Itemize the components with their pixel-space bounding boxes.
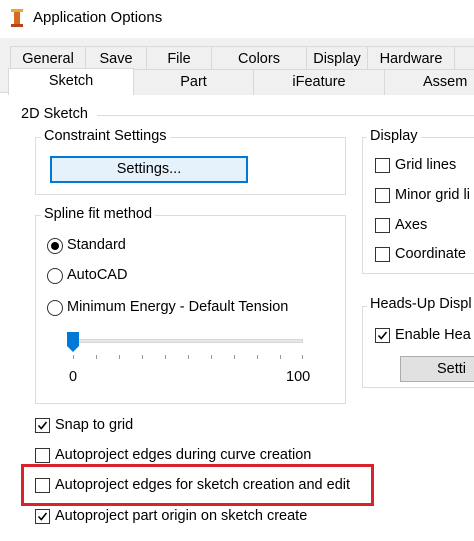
slider-tick (165, 355, 166, 359)
enable-heads-up-label: Enable Hea (395, 327, 471, 343)
slider-tick (188, 355, 189, 359)
highlight-annotation-box (21, 464, 374, 506)
display-group-title: Display (367, 128, 421, 144)
checkmark-icon (377, 331, 388, 340)
slider-tick (234, 355, 235, 359)
slider-tick (142, 355, 143, 359)
coordinate-checkbox[interactable] (375, 247, 390, 262)
snap-to-grid-checkbox[interactable] (35, 418, 50, 433)
minor-grid-lines-checkbox[interactable] (375, 188, 390, 203)
enable-heads-up-checkbox[interactable] (375, 328, 390, 343)
checkmark-icon (37, 512, 48, 521)
snap-to-grid-label: Snap to grid (55, 417, 134, 433)
slider-tick (211, 355, 212, 359)
slider-tick (119, 355, 120, 359)
app-logo-icon (10, 9, 24, 27)
autoproject-part-origin-label: Autoproject part origin on sketch create (55, 508, 308, 524)
axes-checkbox[interactable] (375, 218, 390, 233)
radio-standard[interactable] (47, 238, 63, 254)
window-title: Application Options (33, 9, 163, 26)
coordinate-label: Coordinate (395, 246, 466, 262)
tension-slider-thumb[interactable] (66, 331, 80, 353)
section-title-2d-sketch: 2D Sketch (21, 106, 88, 122)
slider-max-label: 100 (286, 369, 311, 385)
heads-up-settings-button[interactable]: Setti (400, 356, 474, 382)
title-bar: Application Options (0, 0, 474, 38)
radio-selected-dot (51, 242, 59, 250)
autoproject-part-origin-checkbox[interactable] (35, 509, 50, 524)
tab-assembly[interactable]: Assem (384, 69, 474, 95)
constraint-settings-title: Constraint Settings (41, 128, 170, 144)
slider-tick (96, 355, 97, 359)
grid-lines-checkbox[interactable] (375, 158, 390, 173)
autoproject-curve-creation-label: Autoproject edges during curve creation (55, 447, 312, 463)
axes-label: Axes (395, 217, 428, 233)
slider-min-label: 0 (69, 369, 78, 385)
radio-minimum-energy-label: Minimum Energy - Default Tension (67, 299, 289, 315)
checkmark-icon (37, 421, 48, 430)
section-divider (97, 115, 474, 116)
heads-up-display-title: Heads-Up Displ (367, 296, 474, 312)
slider-tick (302, 355, 303, 359)
autoproject-curve-creation-checkbox[interactable] (35, 448, 50, 463)
slider-tick (73, 355, 74, 359)
radio-autocad[interactable] (47, 268, 63, 284)
tab-sketch[interactable]: Sketch (8, 68, 134, 95)
slider-tick (280, 355, 281, 359)
minor-grid-lines-label: Minor grid li (395, 187, 470, 203)
slider-tick (257, 355, 258, 359)
tab-part[interactable]: Part (133, 69, 254, 95)
constraint-settings-button[interactable]: Settings... (50, 156, 248, 183)
spline-fit-title: Spline fit method (41, 206, 156, 222)
radio-autocad-label: AutoCAD (67, 267, 128, 283)
radio-standard-label: Standard (67, 237, 126, 253)
grid-lines-label: Grid lines (395, 157, 457, 173)
tension-slider-track[interactable] (67, 339, 303, 343)
radio-minimum-energy[interactable] (47, 300, 63, 316)
tab-ifeature[interactable]: iFeature (253, 69, 385, 95)
